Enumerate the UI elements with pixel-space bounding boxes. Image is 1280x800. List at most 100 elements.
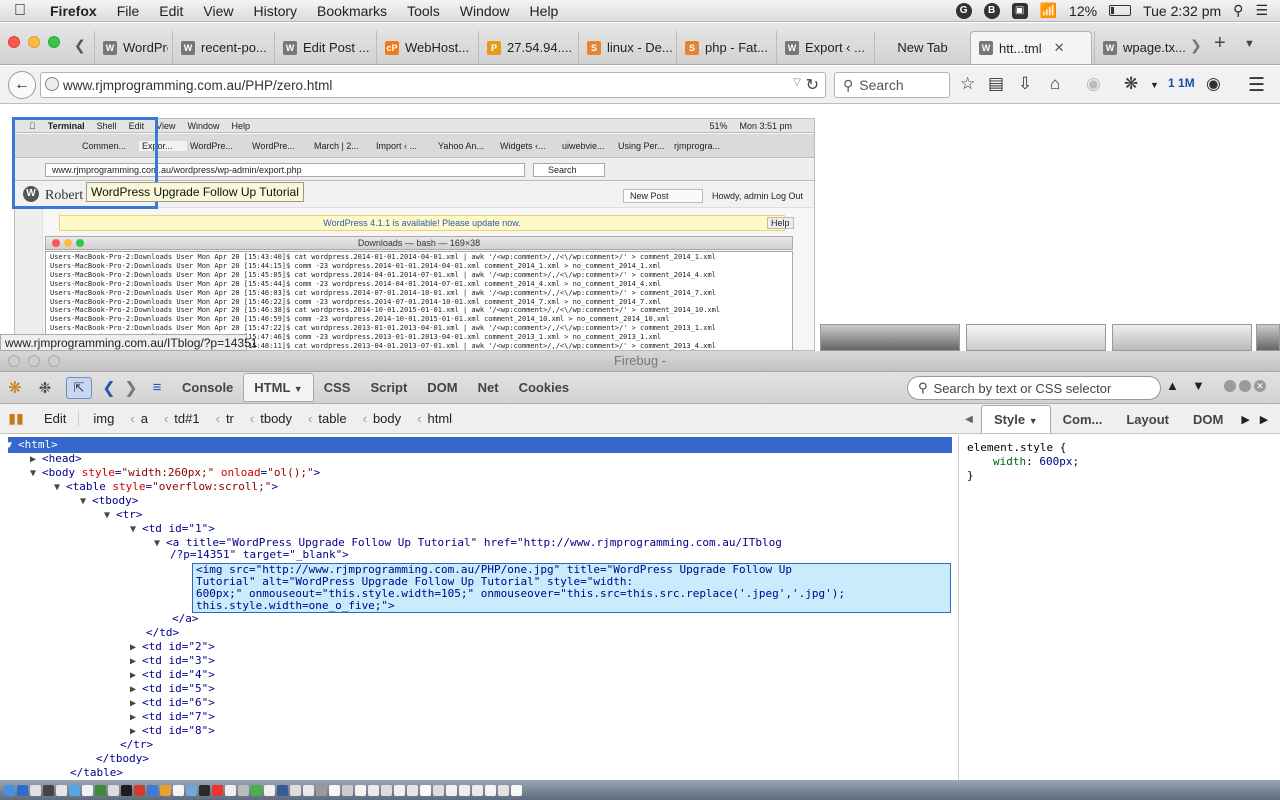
style-rule-declaration[interactable]: width: 600px;: [967, 455, 1272, 469]
forward-chevron-icon[interactable]: ❯: [120, 378, 142, 398]
tree-node-td-7[interactable]: ▶ <td id="7">: [130, 710, 215, 724]
hamburger-menu-icon[interactable]: ☰: [1248, 74, 1265, 97]
dock-app-icon[interactable]: [303, 784, 314, 796]
collapsed-triangle-icon[interactable]: ▶: [130, 697, 142, 711]
thumbnail-image[interactable]: [1256, 324, 1280, 351]
url-dropdown-icon[interactable]: ▽: [793, 77, 801, 88]
menu-help[interactable]: Help: [520, 3, 569, 19]
menu-view[interactable]: View: [193, 3, 243, 19]
dock-app-icon[interactable]: [43, 784, 54, 796]
thumbnail-image[interactable]: [820, 324, 960, 351]
new-tab-plus-icon[interactable]: +: [1214, 32, 1226, 55]
menu-edit[interactable]: Edit: [149, 3, 193, 19]
panel-html[interactable]: HTML ▼: [243, 373, 314, 402]
panel-css[interactable]: CSS: [314, 374, 361, 401]
dock-app-icon[interactable]: [342, 784, 353, 796]
dock-app-icon[interactable]: [355, 784, 366, 796]
dock-app-icon[interactable]: [238, 784, 249, 796]
dock-app-icon[interactable]: [4, 784, 15, 796]
close-tab-icon[interactable]: ✕: [1054, 40, 1065, 56]
tab-php[interactable]: Sphp - Fat...: [676, 31, 774, 64]
expand-triangle-icon[interactable]: ▼: [104, 509, 116, 523]
tab-export[interactable]: W Export ‹ ...: [776, 31, 872, 64]
menu-file[interactable]: File: [107, 3, 150, 19]
menu-tools[interactable]: Tools: [397, 3, 450, 19]
status-b-icon[interactable]: B: [983, 2, 1000, 19]
collapsed-triangle-icon[interactable]: ▶: [30, 453, 42, 467]
side-tab-style[interactable]: Style ▼: [981, 405, 1051, 433]
dock-app-icon[interactable]: [329, 784, 340, 796]
dock-app-icon[interactable]: [69, 784, 80, 796]
thumbnail-image[interactable]: [1112, 324, 1252, 351]
panel-net[interactable]: Net: [468, 374, 509, 401]
expand-triangle-icon[interactable]: ▼: [54, 481, 66, 495]
breadcrumb-body[interactable]: ‹ body: [355, 411, 410, 426]
tree-node-tbody-close[interactable]: </tbody>: [96, 752, 149, 766]
firebug-options-icon[interactable]: ❉: [30, 379, 60, 397]
chat-icon[interactable]: ◉: [1206, 74, 1221, 94]
firebug-icon[interactable]: ❋: [1124, 74, 1138, 94]
reload-icon[interactable]: ↻: [806, 75, 819, 95]
search-next-chevron-icon[interactable]: ▼: [1192, 378, 1205, 393]
dock-app-icon[interactable]: [277, 784, 288, 796]
dock-app-icon[interactable]: [82, 784, 93, 796]
tab-linux[interactable]: Slinux - De...: [578, 31, 674, 64]
firebug-bug-icon[interactable]: ❋: [0, 378, 30, 398]
dock-app-icon[interactable]: [147, 784, 158, 796]
dock-app-icon[interactable]: [17, 784, 28, 796]
panel-cookies[interactable]: Cookies: [509, 374, 580, 401]
side-tab-layout[interactable]: Layout: [1114, 406, 1181, 433]
dock-app-icon[interactable]: [394, 784, 405, 796]
dock-app-icon[interactable]: [511, 784, 522, 796]
bookmark-star-icon[interactable]: ☆: [960, 74, 975, 94]
tab-scroll-right-icon[interactable]: ❯: [1190, 37, 1202, 54]
menu-history[interactable]: History: [243, 3, 307, 19]
dock-app-icon[interactable]: [433, 784, 444, 796]
tree-node-a-close[interactable]: </a>: [172, 612, 199, 626]
tree-node-td-5[interactable]: ▶ <td id="5">: [130, 682, 215, 696]
firebug-minimize-icon[interactable]: [1224, 380, 1236, 392]
dock-app-icon[interactable]: [446, 784, 457, 796]
notification-center-icon[interactable]: ☰: [1255, 2, 1268, 19]
tree-node-td-8[interactable]: ▶ <td id="8">: [130, 724, 215, 738]
tree-node-html[interactable]: ▼ <html>: [6, 438, 58, 452]
command-line-icon[interactable]: ≡: [142, 379, 172, 396]
firebug-close-icon[interactable]: ✕: [1254, 380, 1266, 392]
dock-app-icon[interactable]: [160, 784, 171, 796]
tree-node-table[interactable]: ▼ <table style="overflow:scroll;">: [54, 480, 278, 494]
tab-list-chevron-down-icon[interactable]: ▼: [1244, 38, 1255, 50]
window-zoom-button[interactable]: [48, 36, 60, 48]
expand-triangle-icon[interactable]: ▼: [6, 439, 18, 453]
tree-node-td-3[interactable]: ▶ <td id="3">: [130, 654, 215, 668]
dock-app-icon[interactable]: [368, 784, 379, 796]
firebug-zoom-button[interactable]: [48, 355, 60, 367]
dock-app-icon[interactable]: [264, 784, 275, 796]
dock-app-icon[interactable]: [212, 784, 223, 796]
dock-app-icon[interactable]: [472, 784, 483, 796]
dock-app-icon[interactable]: [173, 784, 184, 796]
firebug-menu-chevron-icon[interactable]: ▼: [1150, 80, 1159, 90]
expand-triangle-icon[interactable]: ▼: [154, 537, 166, 551]
tab-phpmyadmin[interactable]: P 27.54.94....: [478, 31, 576, 64]
side-tab-dom[interactable]: DOM: [1181, 406, 1235, 433]
url-bar[interactable]: www.rjmprogramming.com.au/PHP/zero.html …: [40, 72, 826, 98]
dock-app-icon[interactable]: [186, 784, 197, 796]
panel-console[interactable]: Console: [172, 374, 243, 401]
side-tabs-right-icon[interactable]: ▶: [1241, 413, 1249, 426]
window-close-button[interactable]: [8, 36, 20, 48]
collapsed-triangle-icon[interactable]: ▶: [130, 711, 142, 725]
firebug-detach-icon[interactable]: [1239, 380, 1251, 392]
collapsed-triangle-icon[interactable]: ▶: [130, 725, 142, 739]
tab-webhost[interactable]: cP WebHost...: [376, 31, 476, 64]
collapsed-triangle-icon[interactable]: ▶: [130, 669, 142, 683]
dock-app-icon[interactable]: [108, 784, 119, 796]
firebug-minimize-button[interactable]: [28, 355, 40, 367]
tree-node-tr-close[interactable]: </tr>: [120, 738, 153, 752]
toolbar-badge[interactable]: 1 1M: [1168, 76, 1195, 90]
breadcrumb-img[interactable]: img: [79, 411, 122, 426]
status-app-icon[interactable]: ▣: [1011, 2, 1028, 19]
spotlight-search-icon[interactable]: ⚲: [1233, 2, 1243, 19]
breadcrumb-td[interactable]: ‹ td#1: [156, 411, 208, 426]
dock-app-icon[interactable]: [225, 784, 236, 796]
dock-app-icon[interactable]: [30, 784, 41, 796]
